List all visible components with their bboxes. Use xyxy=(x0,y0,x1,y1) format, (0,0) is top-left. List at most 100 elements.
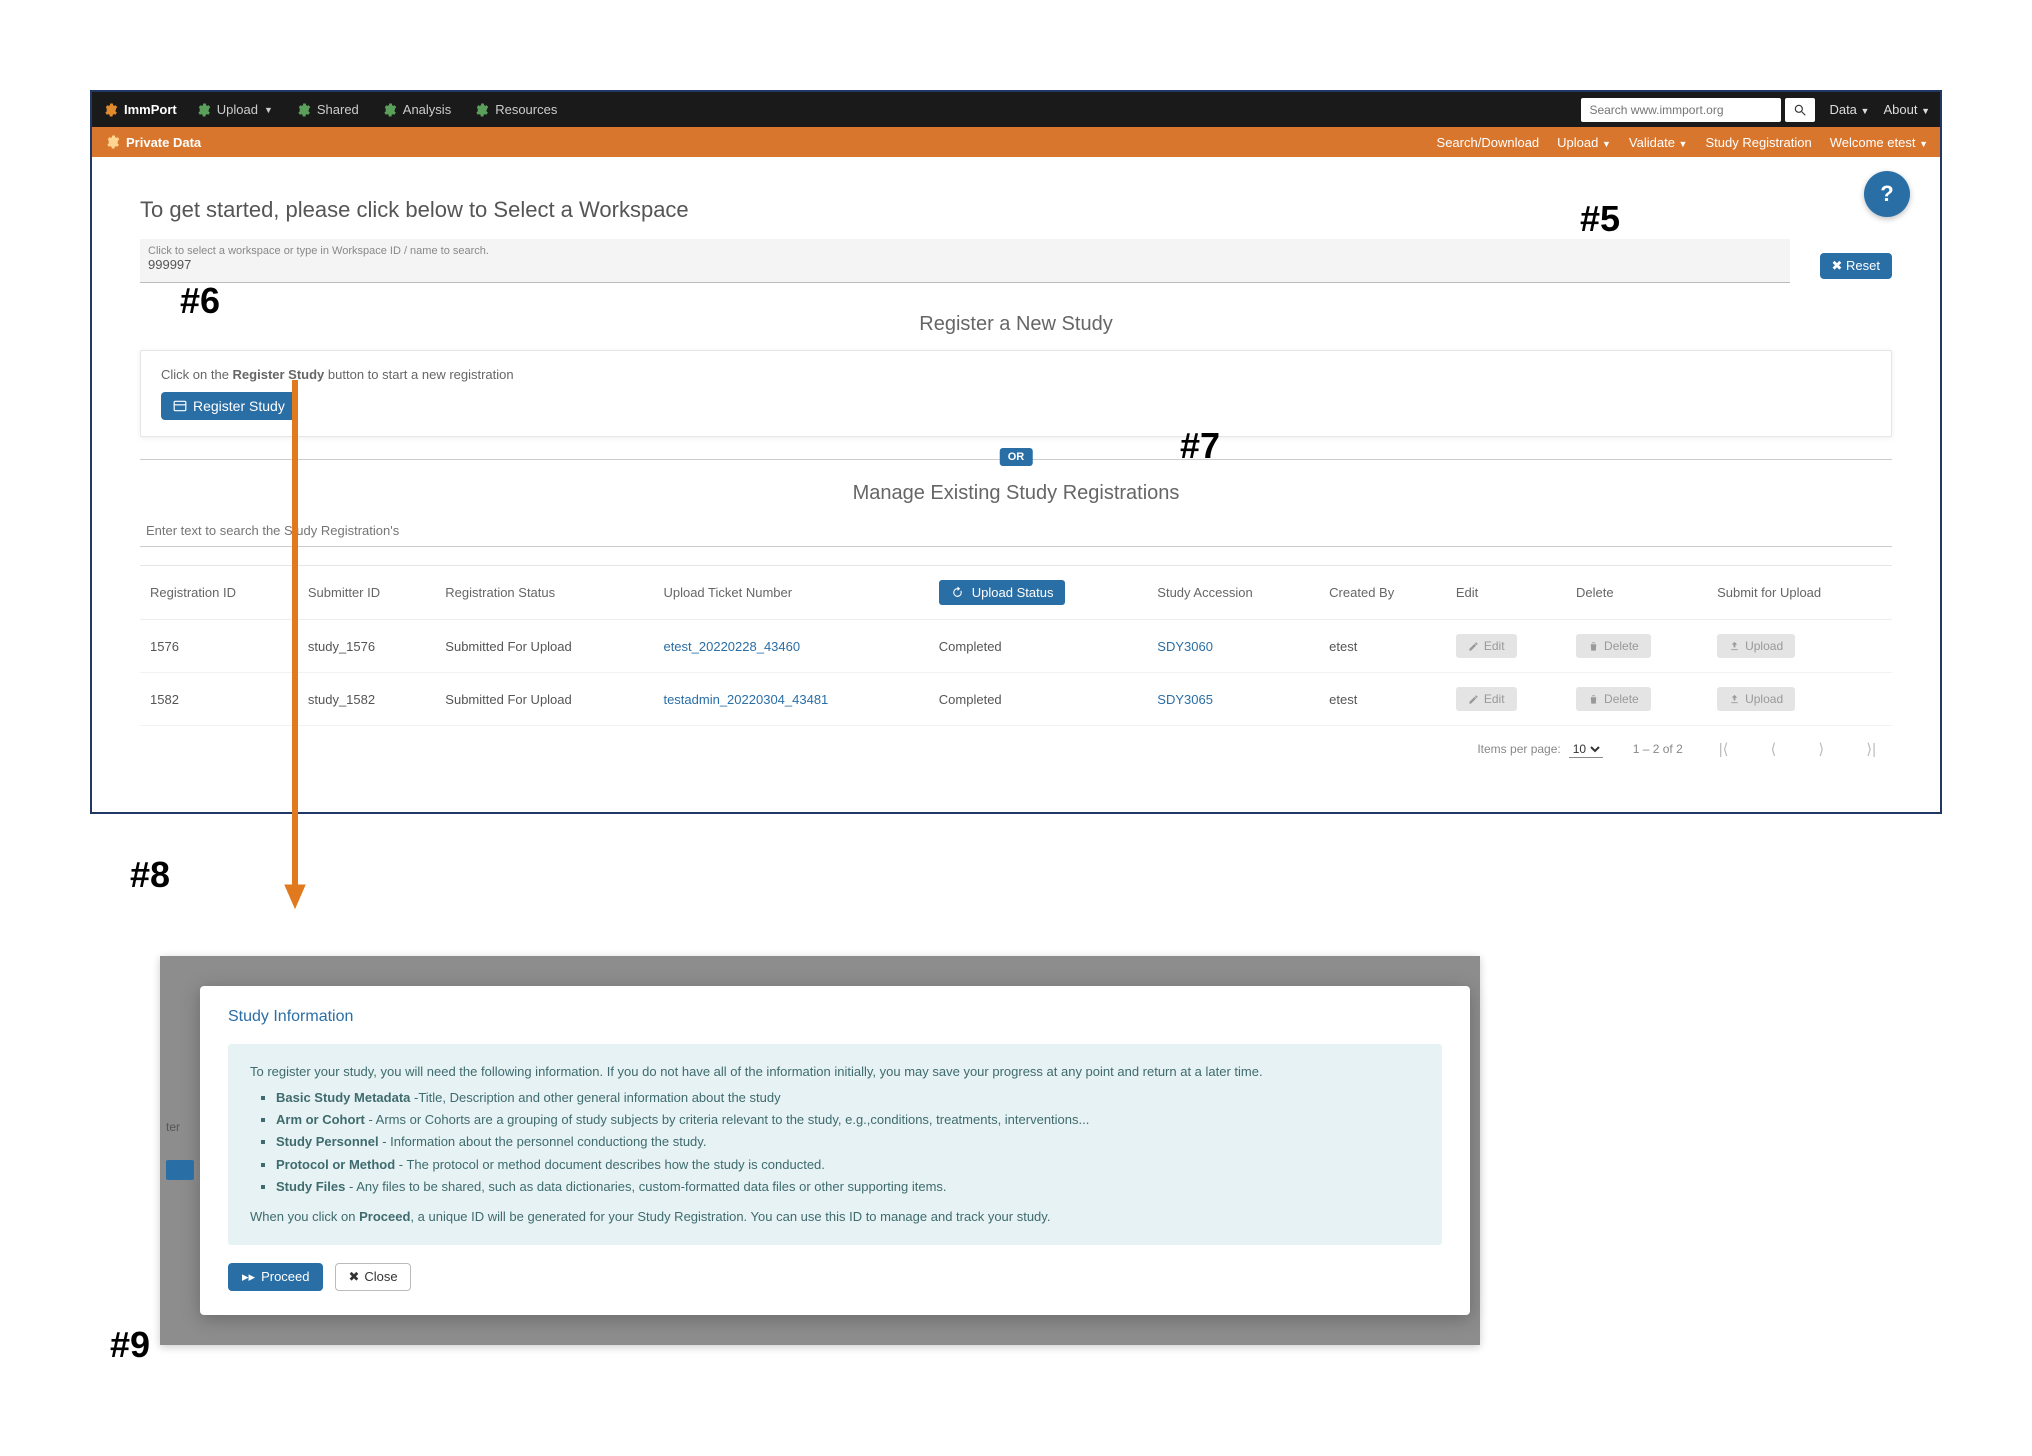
search-icon xyxy=(1793,103,1807,117)
cell-reg-status: Submitted For Upload xyxy=(435,673,653,726)
table-row: 1576study_1576Submitted For Uploadetest_… xyxy=(140,620,1892,673)
register-instructions: Click on the Register Study button to st… xyxy=(161,367,1871,382)
close-button[interactable]: ✖Close xyxy=(335,1263,410,1291)
proceed-button[interactable]: ▸▸Proceed xyxy=(228,1263,323,1291)
trash-icon xyxy=(1588,694,1599,705)
nav-about[interactable]: About ▼ xyxy=(1883,102,1930,117)
cell-sub-id: study_1576 xyxy=(298,620,435,673)
col-delete: Delete xyxy=(1566,566,1707,620)
list-item: Basic Study Metadata -Title, Description… xyxy=(276,1088,1420,1108)
reset-button[interactable]: ✖ Reset xyxy=(1820,253,1893,279)
upload-icon xyxy=(1729,694,1740,705)
nav-shared[interactable]: Shared xyxy=(295,102,359,118)
refresh-icon xyxy=(951,586,964,599)
cell-created: etest xyxy=(1319,673,1446,726)
workspace-value: 999997 xyxy=(148,257,1782,272)
edit-button[interactable]: Edit xyxy=(1456,687,1517,711)
list-item: Arm or Cohort - Arms or Cohorts are a gr… xyxy=(276,1110,1420,1130)
upload-icon xyxy=(1729,641,1740,652)
col-registration-id[interactable]: Registration ID xyxy=(140,566,298,620)
pager-prev[interactable]: ⟨ xyxy=(1765,740,1783,758)
pager-range: 1 – 2 of 2 xyxy=(1633,742,1683,756)
table-row: 1582study_1582Submitted For Upload testad… xyxy=(140,673,1892,726)
cell-up-status: Completed xyxy=(929,673,1148,726)
delete-button[interactable]: Delete xyxy=(1576,687,1651,711)
modal-backdrop: ter Study Information To register your s… xyxy=(160,956,1480,1345)
list-item: Study Files - Any files to be shared, su… xyxy=(276,1177,1420,1197)
backdrop-icon xyxy=(166,1160,194,1180)
col-registration-status[interactable]: Registration Status xyxy=(435,566,653,620)
annotation-6: #6 xyxy=(180,280,220,322)
section-register-new: Register a New Study xyxy=(140,313,1892,336)
col-upload-ticket-number[interactable]: Upload Ticket Number xyxy=(653,566,928,620)
nav-data[interactable]: Data ▼ xyxy=(1829,102,1869,117)
gear-icon xyxy=(104,134,120,150)
global-search-input[interactable] xyxy=(1581,98,1781,122)
cell-ticket[interactable]: testadmin_20220304_43481 xyxy=(663,692,828,707)
workspace-input-wrapper[interactable]: Click to select a workspace or type in W… xyxy=(140,239,1790,283)
nav-resources[interactable]: Resources xyxy=(473,102,557,118)
ribbon-welcome-user[interactable]: Welcome etest ▼ xyxy=(1830,135,1928,150)
nav-analysis[interactable]: Analysis xyxy=(381,102,451,118)
brand-immport[interactable]: ImmPort xyxy=(102,102,177,118)
gear-icon xyxy=(195,102,211,118)
help-fab[interactable]: ? xyxy=(1864,171,1910,217)
col-submitter-id[interactable]: Submitter ID xyxy=(298,566,435,620)
per-page-label: Items per page: xyxy=(1477,742,1560,756)
register-card: Click on the Register Study button to st… xyxy=(140,350,1892,437)
or-badge: OR xyxy=(1000,448,1033,466)
gear-icon xyxy=(381,102,397,118)
gear-icon xyxy=(102,102,118,118)
chevron-down-icon: ▼ xyxy=(1602,139,1611,149)
section-manage-existing: Manage Existing Study Registrations xyxy=(853,482,1180,505)
col-created-by[interactable]: Created By xyxy=(1319,566,1446,620)
chevron-down-icon: ▼ xyxy=(1921,106,1930,116)
cell-reg-id: 1576 xyxy=(140,620,298,673)
form-icon xyxy=(173,400,187,412)
edit-button[interactable]: Edit xyxy=(1456,634,1517,658)
cell-sub-id: study_1582 xyxy=(298,673,435,726)
ribbon-upload[interactable]: Upload ▼ xyxy=(1557,135,1611,150)
study-information-modal: Study Information To register your study… xyxy=(200,986,1470,1315)
cell-ticket[interactable]: etest_20220228_43460 xyxy=(663,639,800,654)
close-icon: ✖ xyxy=(348,1269,359,1285)
col-study-accession[interactable]: Study Accession xyxy=(1147,566,1319,620)
trash-icon xyxy=(1588,641,1599,652)
cell-accession[interactable]: SDY3060 xyxy=(1157,639,1213,654)
cell-reg-id: 1582 xyxy=(140,673,298,726)
ribbon-study-registration[interactable]: Study Registration xyxy=(1705,135,1811,150)
col-upload-status-sort[interactable]: Upload Status xyxy=(939,580,1066,605)
gear-icon xyxy=(295,102,311,118)
pager-first[interactable]: |⟨ xyxy=(1713,740,1735,758)
arrow-8-icon xyxy=(280,380,310,910)
delete-button[interactable]: Delete xyxy=(1576,634,1651,658)
backdrop-text: ter xyxy=(166,1120,200,1134)
close-icon: ✖ xyxy=(1832,258,1843,273)
global-search-button[interactable] xyxy=(1785,98,1815,122)
ribbon-title[interactable]: Private Data xyxy=(104,134,201,150)
pager-next[interactable]: ⟩ xyxy=(1812,740,1830,758)
modal-title: Study Information xyxy=(228,1008,1442,1026)
page-title: To get started, please click below to Se… xyxy=(140,197,1892,223)
nav-upload[interactable]: Upload▼ xyxy=(195,102,273,118)
main-navbar: ImmPort Upload▼ Shared Analysis Resource… xyxy=(92,92,1940,127)
annotation-9: #9 xyxy=(110,1324,150,1366)
pager-last[interactable]: ⟩| xyxy=(1860,740,1882,758)
register-study-button[interactable]: Register Study xyxy=(161,392,297,420)
ribbon-search-download[interactable]: Search/Download xyxy=(1437,135,1540,150)
gear-icon xyxy=(473,102,489,118)
upload-button[interactable]: Upload xyxy=(1717,634,1795,658)
forward-icon: ▸▸ xyxy=(242,1269,255,1285)
cell-accession[interactable]: SDY3065 xyxy=(1157,692,1213,707)
chevron-down-icon: ▼ xyxy=(1679,139,1688,149)
upload-button[interactable]: Upload xyxy=(1717,687,1795,711)
pencil-icon xyxy=(1468,641,1479,652)
cell-created: etest xyxy=(1319,620,1446,673)
chevron-down-icon: ▼ xyxy=(1919,139,1928,149)
ribbon-validate[interactable]: Validate ▼ xyxy=(1629,135,1688,150)
brand-label: ImmPort xyxy=(124,102,177,117)
registrations-search-input[interactable] xyxy=(140,515,1892,547)
annotation-8: #8 xyxy=(130,854,170,896)
per-page-select[interactable]: 10 xyxy=(1569,741,1603,758)
chevron-down-icon: ▼ xyxy=(1861,106,1870,116)
